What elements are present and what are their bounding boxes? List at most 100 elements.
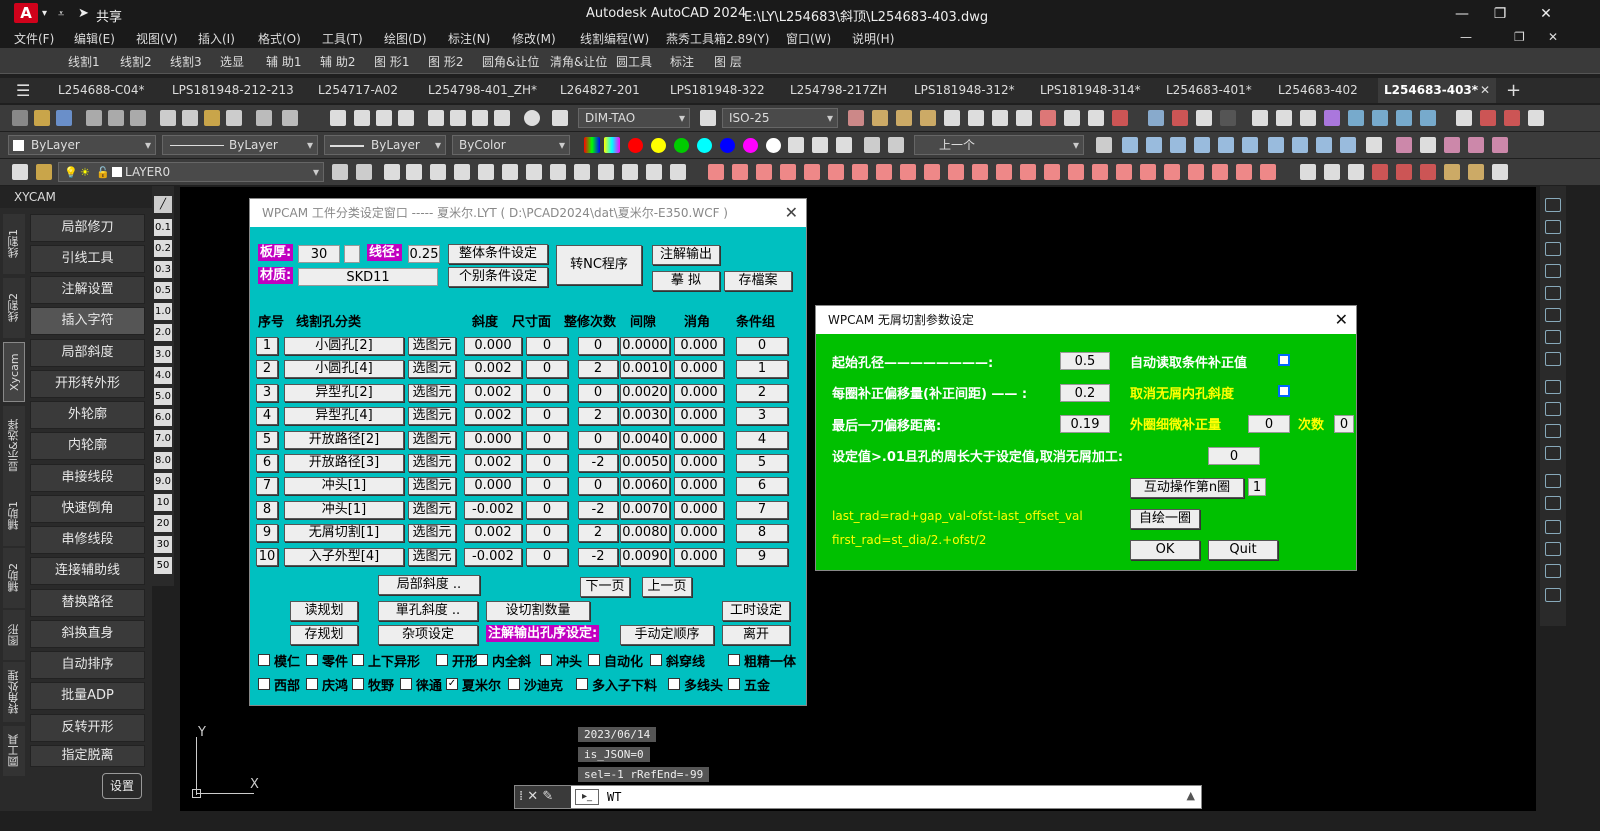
magenta-color-icon[interactable] [743, 138, 758, 153]
next-page-button[interactable]: 下一页 [580, 577, 630, 597]
row-value-field[interactable]: 0.000 [674, 430, 724, 449]
vtab-wire2[interactable]: 线割2 [3, 278, 25, 338]
row-category[interactable]: 冲头[1] [284, 477, 404, 496]
text-tool-icon[interactable] [384, 164, 400, 180]
view-icon[interactable] [1242, 137, 1258, 153]
inspect-icon[interactable] [1545, 520, 1561, 534]
save-plan-button[interactable]: 存规划 [290, 625, 358, 645]
text-tool-icon[interactable] [430, 164, 446, 180]
row-value-field[interactable]: 0.0050 [620, 454, 670, 472]
view-icon[interactable] [1194, 137, 1210, 153]
center-mark-icon[interactable] [1545, 496, 1561, 510]
copy-icon[interactable] [182, 110, 198, 126]
toolbar-icon[interactable] [1016, 110, 1032, 126]
row-category[interactable]: 小圆孔[2] [284, 337, 404, 355]
customize-wrench-icon[interactable]: ✎ [542, 789, 553, 804]
toolbar-icon[interactable] [1492, 164, 1508, 180]
global-condition-button[interactable]: 整体条件设定 [448, 244, 548, 264]
dim-radius-icon[interactable] [1545, 330, 1561, 344]
layer-state-icon[interactable] [36, 164, 52, 180]
doc-close-icon[interactable]: ✕ [1548, 30, 1558, 44]
strip-value[interactable]: 2.0 [154, 324, 172, 341]
btn-reverse-open[interactable]: 反转开形 [30, 714, 145, 742]
toolbar-icon[interactable] [848, 110, 864, 126]
dim-quick-icon[interactable] [1545, 380, 1561, 394]
vtab-wire1[interactable]: 线割1 [3, 214, 25, 274]
start-diameter-input[interactable]: 0.5 [1060, 352, 1110, 370]
machine-checkbox[interactable] [400, 678, 412, 690]
menu2-wire3[interactable]: 线割3 [170, 53, 202, 70]
row-value-field[interactable]: -2 [578, 547, 618, 566]
zoom-window-icon[interactable] [376, 110, 392, 126]
dim-tool-icon[interactable] [1188, 164, 1204, 180]
row-value-field[interactable]: 0.000 [674, 360, 724, 379]
menu-draw[interactable]: 绘图(D) [384, 30, 427, 47]
settings-button[interactable]: 设置 [102, 773, 142, 799]
row-value-field[interactable]: 2 [578, 524, 618, 543]
menu2-aux2[interactable]: 辅 助2 [320, 53, 355, 70]
machine-checkbox[interactable] [588, 654, 600, 666]
row-value-field[interactable]: 0.002 [464, 383, 522, 402]
menu2-shape1[interactable]: 图 形1 [374, 53, 409, 70]
strip-value[interactable]: 10 [154, 494, 172, 511]
dim-aligned-icon[interactable] [1545, 220, 1561, 234]
machine-checkbox[interactable] [436, 654, 448, 666]
tab-file[interactable]: LPS181948-312* [908, 78, 1034, 103]
command-input[interactable]: WT [607, 790, 621, 804]
row-value-field[interactable]: 0 [526, 454, 568, 472]
row-value-field[interactable]: 3 [736, 407, 788, 426]
menu-tools[interactable]: 工具(T) [322, 30, 363, 47]
interactive-loop-input[interactable]: 1 [1248, 478, 1266, 496]
drag-handle-icon[interactable]: ⁞ [519, 789, 523, 804]
hamburger-icon[interactable]: ☰ [10, 78, 40, 103]
toolbar-icon[interactable] [1324, 164, 1340, 180]
toolbar-icon[interactable] [1276, 110, 1292, 126]
tab-file[interactable]: L264827-201 [554, 78, 664, 103]
cut-icon[interactable] [160, 110, 176, 126]
bylayer-icon[interactable] [788, 137, 804, 153]
paste-icon[interactable] [204, 110, 220, 126]
print-preview-icon[interactable] [108, 110, 124, 126]
view-icon[interactable] [1292, 137, 1308, 153]
btn-insert-char[interactable]: 插入字符 [30, 307, 145, 335]
dim-tool-icon[interactable] [1092, 164, 1108, 180]
last-offset-input[interactable]: 0.19 [1060, 415, 1110, 433]
share-icon[interactable]: ➤ [78, 6, 89, 21]
toolbar-icon[interactable] [1088, 110, 1104, 126]
dim-jogged-icon[interactable] [1545, 352, 1561, 366]
table-style-select[interactable]: ISO-25 [722, 108, 838, 128]
toolbar-icon[interactable] [896, 110, 912, 126]
menu-wire-programming[interactable]: 线割编程(W) [580, 30, 649, 47]
select-entity-button[interactable]: 选图元 [408, 524, 456, 543]
row-index[interactable]: 8 [256, 500, 278, 519]
row-category[interactable]: 开放路径[2] [284, 430, 404, 449]
row-value-field[interactable]: 0.000 [464, 337, 522, 355]
text-tool-icon[interactable] [502, 164, 518, 180]
strip-value[interactable]: 50 [154, 557, 172, 574]
color-select[interactable]: ByLayer [8, 135, 156, 155]
plot-icon[interactable] [130, 110, 146, 126]
text-tool-icon[interactable] [406, 164, 422, 180]
individual-condition-button[interactable]: 个别条件设定 [448, 267, 548, 287]
machine-checkbox[interactable] [540, 654, 552, 666]
row-category[interactable]: 异型孔[2] [284, 383, 404, 402]
toolbar-icon[interactable] [1112, 110, 1128, 126]
row-value-field[interactable]: 0 [578, 337, 618, 355]
toolbar-icon[interactable] [1396, 110, 1412, 126]
text-tool-icon[interactable] [646, 164, 662, 180]
select-entity-button[interactable]: 选图元 [408, 407, 456, 426]
yellow-color-icon[interactable] [651, 138, 666, 153]
row-value-field[interactable]: 0.000 [674, 500, 724, 519]
machine-checkbox[interactable] [258, 654, 270, 666]
row-value-field[interactable]: -0.002 [464, 547, 522, 566]
dialog-close-icon[interactable]: ✕ [1335, 310, 1348, 329]
row-value-field[interactable]: 0 [578, 383, 618, 402]
row-value-field[interactable]: 0 [578, 477, 618, 496]
view-icon[interactable] [1340, 137, 1356, 153]
toolbar-icon[interactable] [1096, 137, 1112, 153]
text-style-icon[interactable] [552, 110, 568, 126]
btn-auto-sort[interactable]: 自动排序 [30, 651, 145, 679]
maximize-icon[interactable]: ❐ [1490, 4, 1510, 24]
dim-tool-icon[interactable] [780, 164, 796, 180]
vtab-xycam[interactable]: Xycam [3, 342, 25, 402]
